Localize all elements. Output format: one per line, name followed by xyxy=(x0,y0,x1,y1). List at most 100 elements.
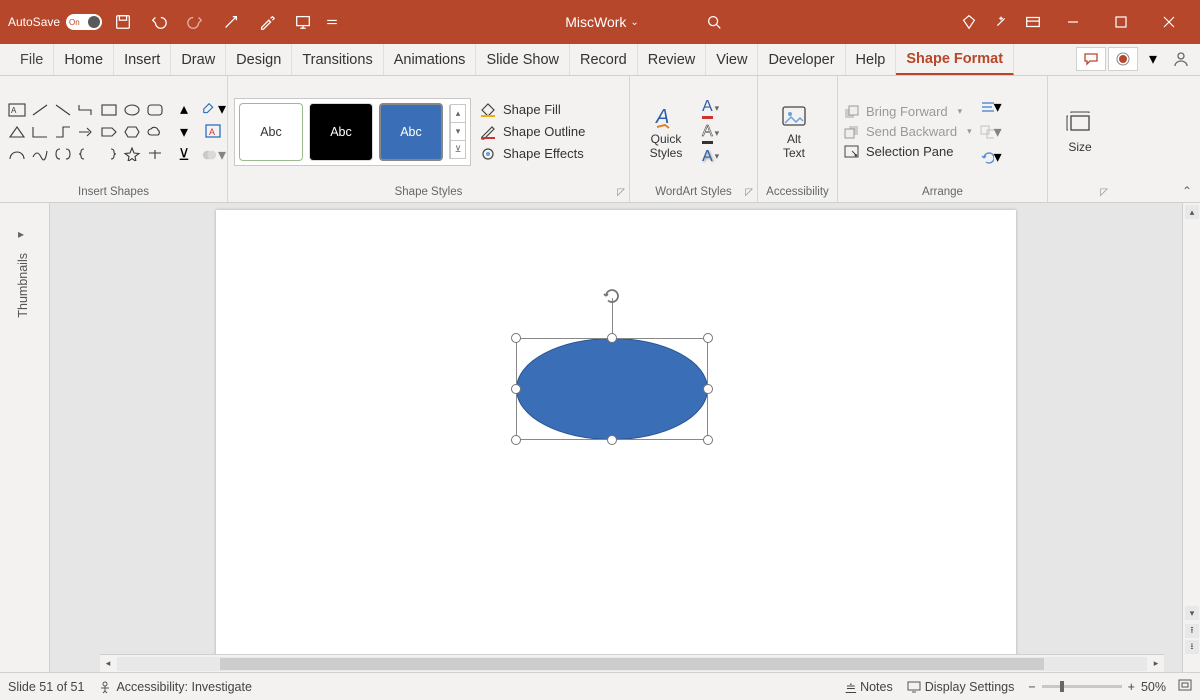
tab-slideshow[interactable]: Slide Show xyxy=(476,44,570,75)
dialog-launcher-icon[interactable]: ◸ xyxy=(1100,187,1108,198)
resize-handle-sw[interactable] xyxy=(511,435,521,445)
tab-transitions[interactable]: Transitions xyxy=(292,44,383,75)
gallery-more-icon[interactable]: ⊻ xyxy=(450,140,466,159)
slide[interactable] xyxy=(216,210,1016,660)
tab-view[interactable]: View xyxy=(706,44,758,75)
fit-window-icon[interactable] xyxy=(1178,679,1192,694)
sh-oval[interactable] xyxy=(121,99,143,120)
scroll-thumb[interactable] xyxy=(220,658,1044,670)
size-button[interactable]: Size xyxy=(1054,110,1106,154)
style-gallery[interactable]: Abc Abc Abc ▴ ▾ ⊻ xyxy=(234,98,471,166)
style-preset-1[interactable]: Abc xyxy=(239,103,303,161)
expand-chevron-icon[interactable]: ▸ xyxy=(18,227,24,241)
style-preset-2[interactable]: Abc xyxy=(309,103,373,161)
maximize-button[interactable] xyxy=(1098,7,1144,37)
shape-fill-button[interactable]: Shape Fill xyxy=(479,102,585,118)
quick-styles-button[interactable]: A Quick Styles xyxy=(636,103,696,159)
shape-gallery-grid[interactable]: A xyxy=(6,99,166,164)
dialog-launcher-icon[interactable]: ◸ xyxy=(617,187,625,198)
text-effects-button[interactable]: A▾ xyxy=(702,148,719,166)
tab-draw[interactable]: Draw xyxy=(171,44,226,75)
sh-star[interactable] xyxy=(121,143,143,164)
record-indicator-icon[interactable] xyxy=(1108,47,1138,71)
selected-shape[interactable] xyxy=(516,338,708,440)
search-icon[interactable] xyxy=(699,7,729,37)
minimize-button[interactable] xyxy=(1050,7,1096,37)
scroll-up-icon[interactable]: ▴ xyxy=(1185,205,1199,219)
sh-arc[interactable] xyxy=(6,143,28,164)
resize-handle-e[interactable] xyxy=(703,384,713,394)
rotation-handle-icon[interactable] xyxy=(602,286,622,306)
autosave-toggle[interactable]: AutoSave On xyxy=(8,14,102,30)
horizontal-scrollbar[interactable]: ◂ ▸ xyxy=(100,654,1164,672)
edit-shape-icon[interactable]: ▾ xyxy=(202,98,226,119)
text-box-icon[interactable]: A xyxy=(202,121,226,142)
zoom-slider[interactable] xyxy=(1042,685,1122,688)
rotate-button[interactable]: ▾ xyxy=(980,147,1002,167)
style-preset-3[interactable]: Abc xyxy=(379,103,443,161)
tab-developer[interactable]: Developer xyxy=(758,44,845,75)
resize-handle-ne[interactable] xyxy=(703,333,713,343)
resize-handle-n[interactable] xyxy=(607,333,617,343)
bring-forward-button[interactable]: Bring Forward▾ xyxy=(844,104,972,119)
document-title[interactable]: MiscWork xyxy=(565,14,639,30)
scroll-down-icon[interactable]: ▾ xyxy=(172,121,196,142)
tab-insert[interactable]: Insert xyxy=(114,44,171,75)
tab-record[interactable]: Record xyxy=(570,44,638,75)
resize-handle-se[interactable] xyxy=(703,435,713,445)
text-fill-button[interactable]: A▾ xyxy=(702,98,719,119)
sh-more[interactable] xyxy=(144,143,166,164)
ribbon-mode-icon[interactable] xyxy=(1018,7,1048,37)
collapse-ribbon-icon[interactable]: ⌃ xyxy=(1182,184,1192,198)
slide-counter[interactable]: Slide 51 of 51 xyxy=(8,680,84,694)
quick-tool-icon[interactable] xyxy=(216,7,246,37)
slide-canvas-area[interactable]: ◂ ▸ xyxy=(50,203,1182,672)
tab-file[interactable]: File xyxy=(10,44,54,75)
dialog-launcher-icon[interactable]: ◸ xyxy=(745,187,753,198)
group-button[interactable]: ▾ xyxy=(980,122,1002,142)
sh-elbow[interactable] xyxy=(52,121,74,142)
selection-pane-button[interactable]: Selection Pane xyxy=(844,144,972,159)
sh-brace[interactable] xyxy=(75,143,97,164)
sh-arrow[interactable] xyxy=(75,121,97,142)
shape-effects-button[interactable]: Shape Effects xyxy=(479,146,585,162)
sh-rect[interactable] xyxy=(98,99,120,120)
comments-icon[interactable] xyxy=(1076,47,1106,71)
tab-shape-format[interactable]: Shape Format xyxy=(896,44,1014,75)
resize-handle-nw[interactable] xyxy=(511,333,521,343)
sh-brace2[interactable] xyxy=(98,143,120,164)
close-button[interactable] xyxy=(1146,7,1192,37)
scroll-right-icon[interactable]: ▸ xyxy=(1148,657,1164,671)
present-icon[interactable] xyxy=(288,7,318,37)
merge-shapes-icon[interactable]: ▾ xyxy=(202,144,226,165)
tab-animations[interactable]: Animations xyxy=(384,44,477,75)
sh-roundrect[interactable] xyxy=(144,99,166,120)
tab-home[interactable]: Home xyxy=(54,44,114,75)
sh-hex[interactable] xyxy=(121,121,143,142)
account-icon[interactable] xyxy=(1168,47,1194,71)
toggle-switch[interactable]: On xyxy=(66,14,102,30)
alt-text-button[interactable]: Alt Text xyxy=(764,103,824,159)
resize-handle-w[interactable] xyxy=(511,384,521,394)
save-icon[interactable] xyxy=(108,7,138,37)
scroll-left-icon[interactable]: ◂ xyxy=(100,657,116,671)
zoom-control[interactable]: − + 50% xyxy=(1028,679,1192,694)
sh-connector[interactable] xyxy=(75,99,97,120)
thumbnail-pane-collapsed[interactable]: ▸ Thumbnails xyxy=(0,203,50,672)
scroll-down-icon[interactable]: ▾ xyxy=(1185,606,1199,620)
zoom-value[interactable]: 50% xyxy=(1141,680,1166,694)
zoom-out-icon[interactable]: − xyxy=(1028,680,1035,694)
zoom-in-icon[interactable]: + xyxy=(1128,680,1135,694)
resize-handle-s[interactable] xyxy=(607,435,617,445)
sparkle-icon[interactable] xyxy=(986,7,1016,37)
sh-tri[interactable] xyxy=(6,121,28,142)
share-overflow-icon[interactable]: ▾ xyxy=(1140,47,1166,71)
vertical-scrollbar[interactable]: ▴ ▾ ⭱ ⭳ xyxy=(1182,203,1200,672)
align-button[interactable]: ▾ xyxy=(980,97,1002,117)
send-backward-button[interactable]: Send Backward▾ xyxy=(844,124,972,139)
notes-button[interactable]: ≐Notes xyxy=(846,679,893,694)
display-settings-button[interactable]: Display Settings xyxy=(907,680,1015,694)
sh-cloud[interactable] xyxy=(144,121,166,142)
tab-design[interactable]: Design xyxy=(226,44,292,75)
prev-slide-icon[interactable]: ⭱ xyxy=(1185,624,1199,638)
